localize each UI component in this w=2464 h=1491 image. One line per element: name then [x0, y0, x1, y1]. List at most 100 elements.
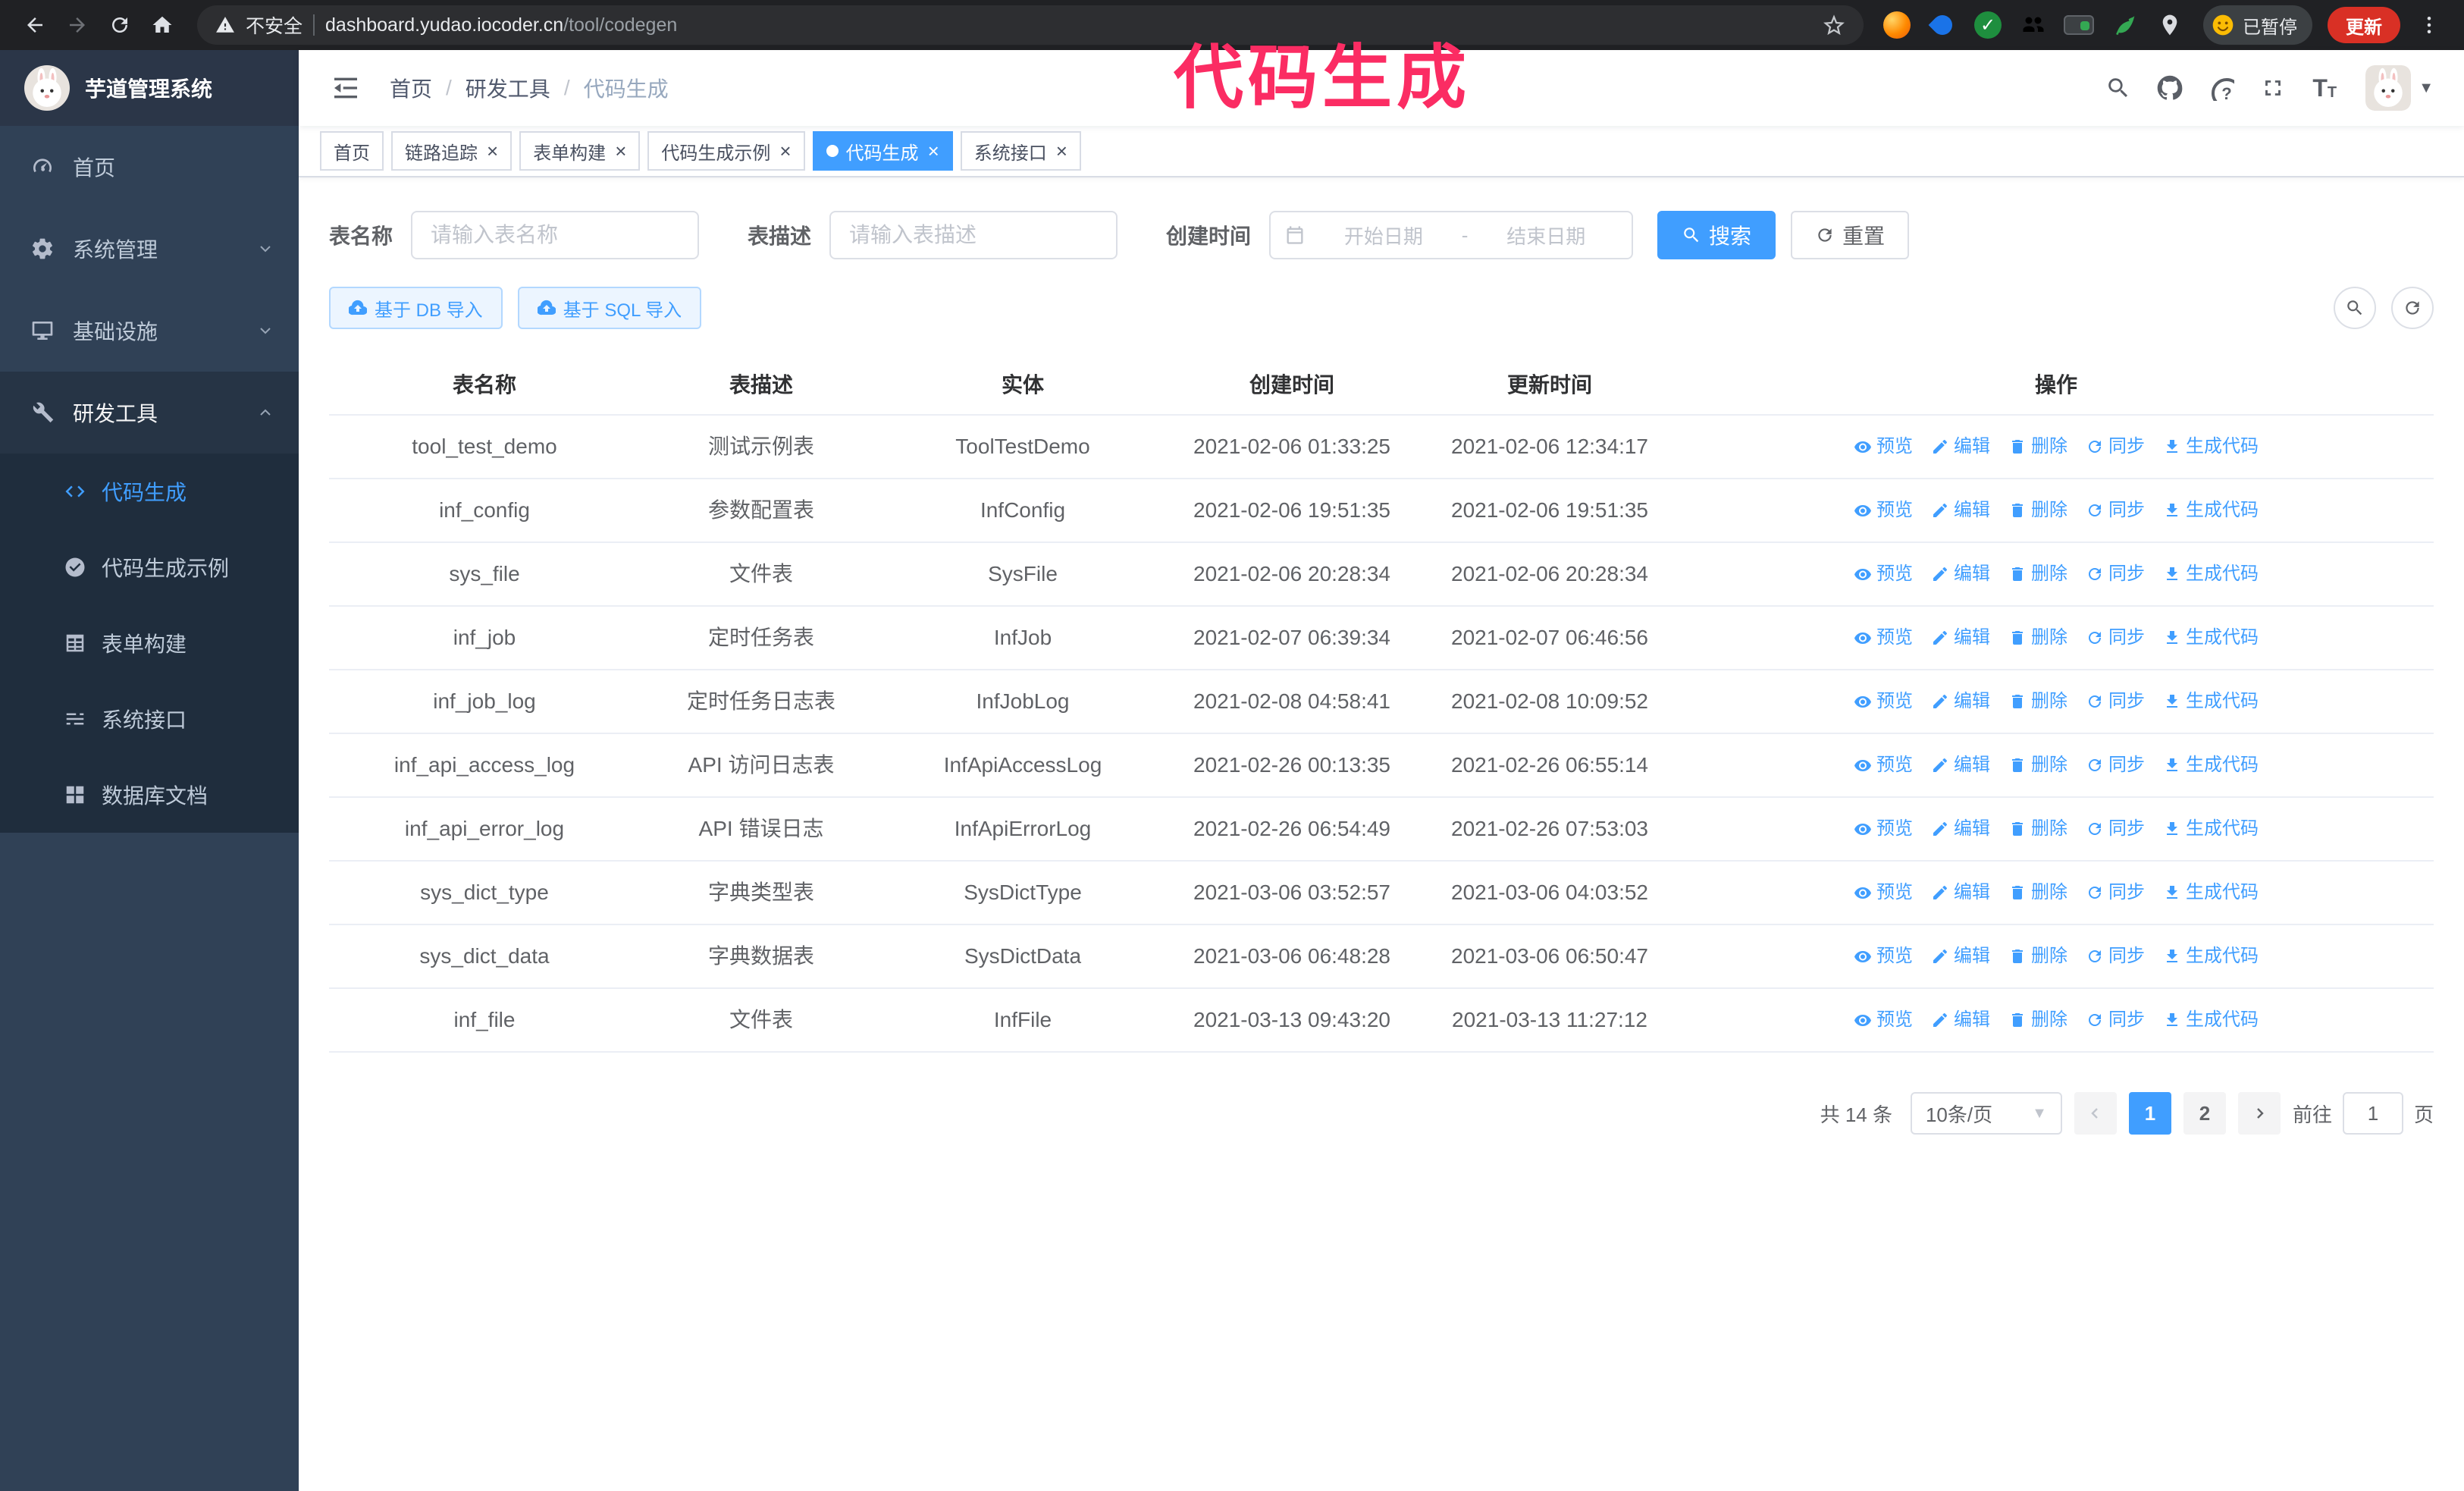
tab-3[interactable]: 代码生成示例 × [647, 131, 805, 171]
sync-link[interactable]: 同步 [2086, 493, 2145, 528]
sync-link[interactable]: 同步 [2086, 811, 2145, 846]
preview-link[interactable]: 预览 [1854, 620, 1913, 655]
edit-link[interactable]: 编辑 [1931, 748, 1990, 783]
generate-code-link[interactable]: 生成代码 [2163, 557, 2259, 592]
delete-link[interactable]: 删除 [2008, 620, 2067, 655]
preview-link[interactable]: 预览 [1854, 493, 1913, 528]
delete-link[interactable]: 删除 [2008, 1003, 2067, 1037]
edit-link[interactable]: 编辑 [1931, 493, 1990, 528]
generate-code-link[interactable]: 生成代码 [2163, 939, 2259, 974]
profile-chip[interactable]: 已暂停 [2203, 5, 2312, 45]
close-icon[interactable]: × [487, 141, 498, 161]
date-range-picker[interactable]: 开始日期 - 结束日期 [1269, 211, 1634, 259]
edit-link[interactable]: 编辑 [1931, 620, 1990, 655]
pin-extension-icon[interactable] [2152, 7, 2188, 43]
generate-code-link[interactable]: 生成代码 [2163, 748, 2259, 783]
page-size-select[interactable]: 10条/页 ▼ [1910, 1092, 2062, 1135]
edit-link[interactable]: 编辑 [1931, 875, 1990, 910]
edit-link[interactable]: 编辑 [1931, 1003, 1990, 1037]
preview-link[interactable]: 预览 [1854, 939, 1913, 974]
sync-link[interactable]: 同步 [2086, 875, 2145, 910]
generate-code-link[interactable]: 生成代码 [2163, 684, 2259, 719]
import-db-button[interactable]: 基于 DB 导入 [329, 287, 503, 329]
sidebar-subitem-2[interactable]: 表单构建 [0, 605, 299, 681]
edit-link[interactable]: 编辑 [1931, 939, 1990, 974]
sidebar-subitem-0[interactable]: 代码生成 [0, 454, 299, 529]
switch-extension-icon[interactable] [2061, 7, 2097, 43]
app-logo[interactable]: 芋道管理系统 [0, 50, 299, 126]
sidebar-item-3[interactable]: 研发工具 [0, 372, 299, 454]
preview-link[interactable]: 预览 [1854, 684, 1913, 719]
user-avatar[interactable] [2365, 65, 2411, 111]
delete-link[interactable]: 删除 [2008, 939, 2067, 974]
tab-1[interactable]: 链路追踪 × [391, 131, 513, 171]
sync-link[interactable]: 同步 [2086, 620, 2145, 655]
fullscreen-button[interactable] [2247, 62, 2299, 114]
sync-link[interactable]: 同步 [2086, 939, 2145, 974]
refresh-table-button[interactable] [2391, 287, 2434, 329]
tab-5[interactable]: 系统接口 × [960, 131, 1081, 171]
close-icon[interactable]: × [928, 141, 939, 161]
reset-button[interactable]: 重置 [1791, 211, 1910, 259]
goto-page-input[interactable] [2342, 1092, 2403, 1135]
toggle-search-button[interactable] [2334, 287, 2376, 329]
page-button-2[interactable]: 2 [2183, 1092, 2226, 1135]
generate-code-link[interactable]: 生成代码 [2163, 875, 2259, 910]
prev-page-button[interactable] [2074, 1092, 2117, 1135]
generate-code-link[interactable]: 生成代码 [2163, 811, 2259, 846]
people-extension-icon[interactable] [2015, 7, 2052, 43]
sidebar-item-2[interactable]: 基础设施 [0, 290, 299, 372]
leaf-extension-icon[interactable] [2106, 7, 2143, 43]
edit-link[interactable]: 编辑 [1931, 429, 1990, 464]
address-bar[interactable]: 不安全 dashboard.yudao.iocoder.cn/tool/code… [197, 5, 1864, 45]
edit-link[interactable]: 编辑 [1931, 811, 1990, 846]
search-button[interactable]: 搜索 [1657, 211, 1776, 259]
delete-link[interactable]: 删除 [2008, 684, 2067, 719]
delete-link[interactable]: 删除 [2008, 811, 2067, 846]
close-icon[interactable]: × [779, 141, 791, 161]
browser-menu-button[interactable] [2409, 5, 2449, 45]
sidebar-item-1[interactable]: 系统管理 [0, 208, 299, 290]
tab-4[interactable]: 代码生成 × [812, 131, 953, 171]
breadcrumb-item-1[interactable]: 研发工具 [466, 73, 550, 103]
delete-link[interactable]: 删除 [2008, 557, 2067, 592]
sidebar-subitem-4[interactable]: 数据库文档 [0, 757, 299, 833]
forward-button[interactable] [58, 5, 97, 45]
sync-link[interactable]: 同步 [2086, 748, 2145, 783]
back-button[interactable] [15, 5, 55, 45]
sidebar-subitem-3[interactable]: 系统接口 [0, 681, 299, 757]
help-button[interactable] [2196, 62, 2247, 114]
generate-code-link[interactable]: 生成代码 [2163, 429, 2259, 464]
fox-extension-icon[interactable] [1879, 7, 1915, 43]
generate-code-link[interactable]: 生成代码 [2163, 620, 2259, 655]
sidebar-subitem-1[interactable]: 代码生成示例 [0, 529, 299, 605]
generate-code-link[interactable]: 生成代码 [2163, 1003, 2259, 1037]
header-search-button[interactable] [2093, 62, 2144, 114]
next-page-button[interactable] [2237, 1092, 2281, 1135]
table-name-input[interactable] [411, 211, 700, 259]
preview-link[interactable]: 预览 [1854, 429, 1913, 464]
tab-0[interactable]: 首页 [320, 131, 384, 171]
close-icon[interactable]: × [615, 141, 626, 161]
collapse-sidebar-button[interactable] [320, 62, 371, 114]
delete-link[interactable]: 删除 [2008, 875, 2067, 910]
update-button[interactable]: 更新 [2328, 7, 2400, 43]
delete-link[interactable]: 删除 [2008, 748, 2067, 783]
preview-link[interactable]: 预览 [1854, 875, 1913, 910]
close-icon[interactable]: × [1056, 141, 1067, 161]
delete-link[interactable]: 删除 [2008, 493, 2067, 528]
sync-link[interactable]: 同步 [2086, 429, 2145, 464]
preview-link[interactable]: 预览 [1854, 1003, 1913, 1037]
reload-button[interactable] [100, 5, 140, 45]
sidebar-item-0[interactable]: 首页 [0, 126, 299, 208]
breadcrumb-item-0[interactable]: 首页 [390, 73, 432, 103]
edit-link[interactable]: 编辑 [1931, 684, 1990, 719]
font-size-button[interactable]: TT [2299, 62, 2350, 114]
chevron-down-icon[interactable]: ▼ [2419, 80, 2434, 97]
tab-2[interactable]: 表单构建 × [519, 131, 641, 171]
delete-link[interactable]: 删除 [2008, 429, 2067, 464]
sync-link[interactable]: 同步 [2086, 684, 2145, 719]
sync-link[interactable]: 同步 [2086, 1003, 2145, 1037]
bookmark-star-icon[interactable] [1823, 14, 1845, 36]
sync-link[interactable]: 同步 [2086, 557, 2145, 592]
